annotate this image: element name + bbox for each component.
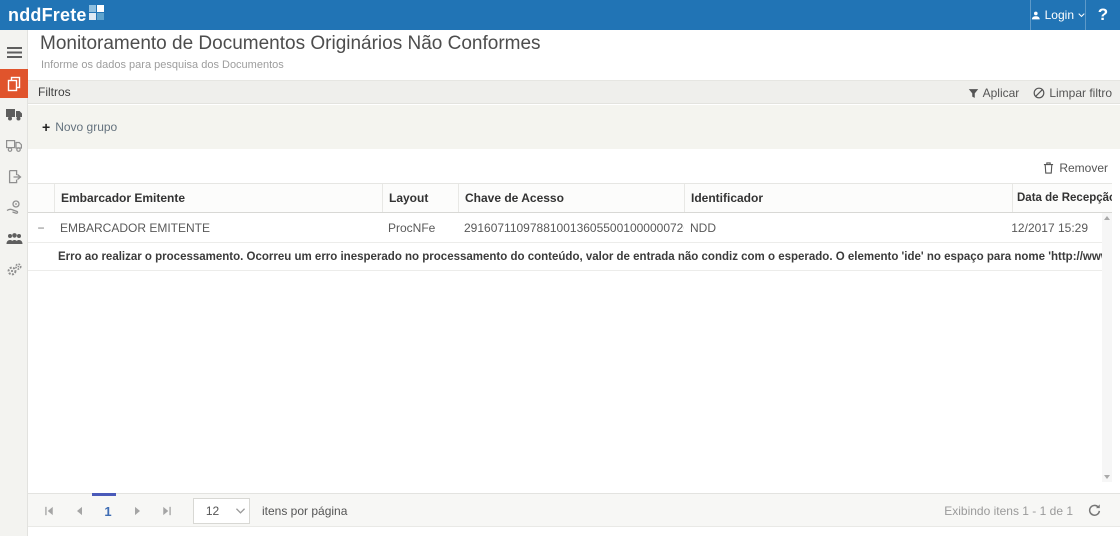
vertical-scrollbar[interactable]: [1102, 213, 1112, 482]
previous-page-button[interactable]: [64, 494, 94, 528]
header-expand-column: [28, 184, 54, 212]
page-size-select[interactable]: 12: [193, 498, 250, 524]
page-number[interactable]: 1: [94, 504, 122, 519]
login-button[interactable]: Login: [1030, 0, 1086, 30]
page-size-value: 12: [194, 504, 231, 518]
next-page-button[interactable]: [122, 494, 152, 528]
new-group-button[interactable]: + Novo grupo: [42, 119, 117, 135]
first-page-icon: [44, 506, 54, 516]
sidebar-item-document-export[interactable]: [0, 162, 28, 191]
scroll-up-arrow[interactable]: [1102, 213, 1112, 223]
select-chevron-icon: [231, 508, 249, 514]
apply-filter-label: Aplicar: [983, 86, 1020, 100]
cancel-circle-icon: [1033, 87, 1045, 99]
help-label: ?: [1098, 5, 1108, 25]
app-logo: nddFrete: [8, 5, 104, 26]
column-header-data-label: Data de Recepção: [1017, 192, 1112, 204]
error-message: Erro ao realizar o processamento. Ocorre…: [58, 251, 1102, 263]
trash-icon: [1043, 162, 1054, 174]
clear-filter-label: Limpar filtro: [1049, 86, 1112, 100]
sidebar-item-truck[interactable]: [0, 100, 28, 129]
remove-label: Remover: [1059, 161, 1108, 175]
truck-outline-icon: [6, 139, 23, 152]
clear-filter-button[interactable]: Limpar filtro: [1033, 86, 1112, 100]
funnel-icon: [968, 88, 979, 99]
previous-page-icon: [75, 506, 84, 516]
top-bar: nddFrete Login ?: [0, 0, 1120, 30]
filters-actions: Aplicar Limpar filtro: [968, 81, 1112, 105]
help-button[interactable]: ?: [1086, 0, 1120, 30]
page-title: Monitoramento de Documentos Originários …: [40, 33, 541, 55]
sidebar-item-payments[interactable]: [0, 193, 28, 222]
column-header-chave[interactable]: Chave de Acesso: [458, 184, 684, 212]
refresh-icon: [1087, 503, 1102, 518]
row-collapse-toggle[interactable]: −: [28, 213, 54, 242]
truck-icon: [6, 108, 23, 121]
column-header-identificador[interactable]: Identificador: [684, 184, 1012, 212]
filters-title: Filtros: [38, 85, 71, 99]
row-detail: Erro ao realizar o processamento. Ocorre…: [28, 243, 1102, 271]
users-icon: [6, 232, 23, 245]
new-group-label: Novo grupo: [55, 120, 117, 134]
cell-data-recepcao: 07/12/2017 15:29: [1012, 213, 1092, 242]
filters-panel: + Novo grupo: [28, 105, 1120, 149]
next-page-icon: [133, 506, 142, 516]
pagination-bar: 1 12 itens por página Exibindo itens 1 -…: [28, 493, 1120, 527]
table-row[interactable]: − EMBARCADOR EMITENTE ProcNFe 2916071109…: [28, 213, 1102, 243]
refresh-button[interactable]: [1087, 503, 1103, 519]
sidebar-nav: [0, 30, 28, 536]
page-subtitle: Informe os dados para pesquisa dos Docum…: [41, 59, 284, 71]
app-window: nddFrete Login ?: [0, 0, 1120, 536]
filters-bar: Filtros Aplicar Limpar filtro: [28, 80, 1120, 104]
first-page-button[interactable]: [34, 494, 64, 528]
sidebar-item-users[interactable]: [0, 224, 28, 253]
pager-status: Exibindo itens 1 - 1 de 1: [944, 504, 1073, 518]
chevron-down-icon: [1078, 11, 1085, 19]
plus-icon: +: [42, 119, 50, 135]
sidebar-menu-toggle[interactable]: [0, 38, 28, 67]
main-content: Monitoramento de Documentos Originários …: [28, 30, 1120, 536]
hamburger-icon: [7, 47, 22, 58]
sidebar-item-settings[interactable]: [0, 255, 28, 284]
last-page-icon: [162, 506, 172, 516]
hand-coin-icon: [6, 200, 22, 215]
user-icon: [1031, 10, 1041, 21]
logo-squares-icon: [89, 5, 104, 20]
cell-chave: 2916071109788100136055001000000720100000…: [458, 213, 684, 242]
last-page-button[interactable]: [152, 494, 182, 528]
logo-text: nddFrete: [8, 5, 87, 26]
gears-icon: [6, 263, 22, 277]
cell-embarcador: EMBARCADOR EMITENTE: [54, 213, 382, 242]
cell-layout: ProcNFe: [382, 213, 458, 242]
documents-grid: Embarcador Emitente Layout Chave de Aces…: [28, 183, 1112, 493]
document-export-icon: [7, 169, 22, 184]
sidebar-item-documents[interactable]: [0, 69, 28, 98]
column-header-layout[interactable]: Layout: [382, 184, 458, 212]
apply-filter-button[interactable]: Aplicar: [968, 86, 1020, 100]
grid-header-row: Embarcador Emitente Layout Chave de Aces…: [28, 184, 1112, 213]
sidebar-item-truck-outline[interactable]: [0, 131, 28, 160]
scroll-down-arrow[interactable]: [1102, 472, 1112, 482]
column-header-data-recepcao[interactable]: Data de Recepção ↓: [1012, 184, 1112, 212]
column-header-embarcador[interactable]: Embarcador Emitente: [54, 184, 382, 212]
page-size-label: itens por página: [262, 504, 347, 518]
login-label: Login: [1045, 8, 1074, 22]
pager-nav: 1: [34, 494, 182, 528]
grid-toolbar: Remover: [28, 157, 1120, 183]
remove-button[interactable]: Remover: [1043, 161, 1108, 175]
page-header: Monitoramento de Documentos Originários …: [28, 30, 1120, 80]
documents-icon: [6, 76, 22, 92]
cell-identificador: NDD: [684, 213, 1012, 242]
